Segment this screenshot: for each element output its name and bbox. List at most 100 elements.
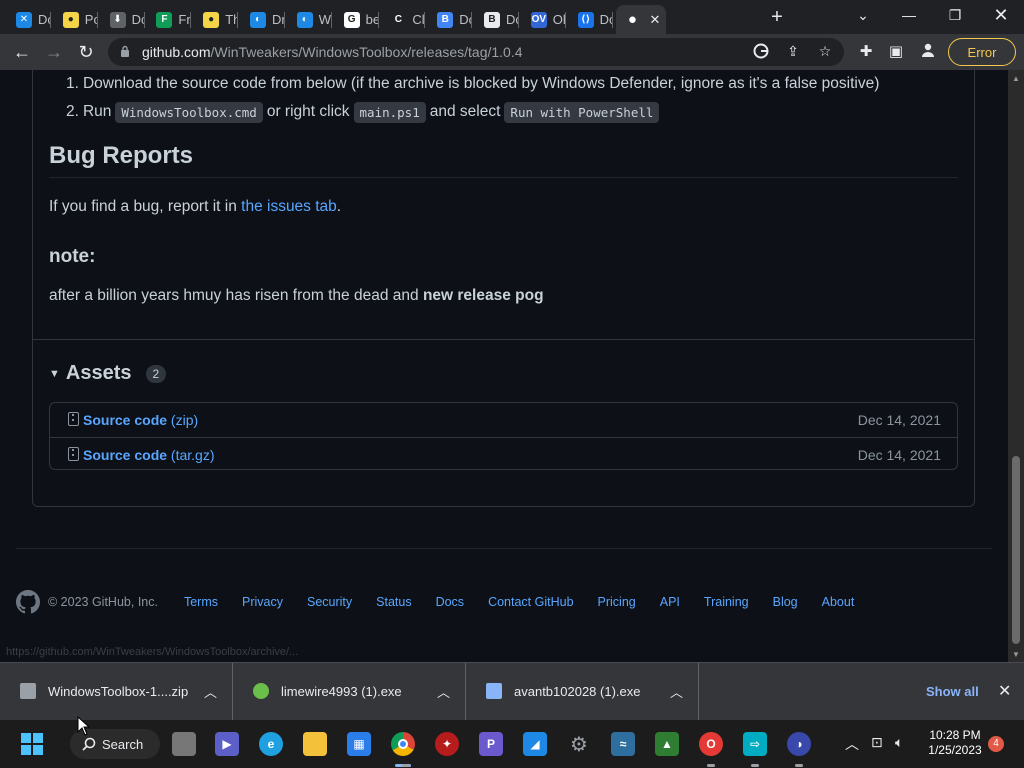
browser-tab[interactable]: ● Th [195, 5, 239, 34]
asset-link-zip[interactable]: Source code (zip) [83, 412, 198, 428]
close-tab-icon[interactable]: ✕ [649, 12, 660, 28]
app-globe-icon[interactable]: ◑ [787, 732, 811, 756]
browser-tab[interactable]: BDc [429, 5, 473, 34]
bookmark-star-icon[interactable]: ☆ [816, 43, 834, 61]
tab-favicon-icon: OV [530, 11, 547, 28]
profile-icon[interactable] [918, 42, 938, 62]
task-view-icon[interactable] [172, 732, 196, 756]
tab-favicon-icon: ◐ [296, 11, 313, 28]
download-options-chevron-icon[interactable]: ︿ [204, 682, 217, 701]
browser-tab[interactable]: ✕Dc [8, 5, 51, 34]
footer-link-contact-github[interactable]: Contact GitHub [488, 595, 573, 609]
footer-link-terms[interactable]: Terms [184, 595, 218, 609]
footer-link-privacy[interactable]: Privacy [242, 595, 283, 609]
opera-icon[interactable]: O [699, 732, 723, 756]
app-blue-icon[interactable]: ◢ [523, 732, 547, 756]
side-panel-icon[interactable]: ▣ [886, 42, 906, 62]
share-icon[interactable]: ⇪ [784, 43, 802, 61]
browser-tab[interactable]: FFre [148, 5, 192, 34]
microsoft-store-icon[interactable]: ▦ [347, 732, 371, 756]
error-button[interactable]: Error [948, 38, 1016, 66]
footer-link-pricing[interactable]: Pricing [598, 595, 636, 609]
restore-button[interactable]: ❐ [932, 0, 978, 30]
app-p-icon[interactable]: P [479, 732, 503, 756]
teams-chat-icon[interactable]: ▶ [215, 732, 239, 756]
github-release-page: 1. Download the source code from below (… [0, 70, 1008, 662]
chrome-icon[interactable] [391, 732, 415, 756]
tab-favicon-icon: C [390, 11, 407, 28]
volume-icon[interactable]: 🔈︎ [895, 734, 903, 751]
browser-tab[interactable]: ◐Wi [289, 5, 332, 34]
start-windows-icon[interactable] [20, 732, 44, 756]
show-all-downloads-button[interactable]: Show all [926, 684, 979, 699]
new-tab-button[interactable]: + [766, 7, 788, 29]
browser-tab[interactable]: OV Ol [523, 5, 566, 34]
footer-link-status[interactable]: Status [376, 595, 411, 609]
heading-divider [49, 177, 958, 178]
close-download-shelf-icon[interactable]: ✕ [998, 681, 1011, 701]
browser-tab[interactable]: ⬇Dc [102, 5, 145, 34]
scroll-up-icon[interactable]: ▲ [1012, 74, 1020, 83]
reload-button[interactable]: ↻ [74, 40, 98, 64]
scroll-down-icon[interactable]: ▼ [1012, 650, 1020, 659]
forward-button[interactable]: → [42, 40, 66, 64]
app-green-icon[interactable]: ▲ [655, 732, 679, 756]
tab-separator [284, 12, 285, 28]
footer-link-docs[interactable]: Docs [436, 595, 464, 609]
footer-link-api[interactable]: API [660, 595, 680, 609]
close-window-button[interactable]: ✕ [978, 0, 1024, 30]
app-red-icon[interactable]: ✦ [435, 732, 459, 756]
address-bar[interactable]: github.com/WinTweakers/WindowsToolbox/re… [108, 38, 844, 66]
tab-favicon-icon: ● [203, 11, 220, 28]
step-number: 2. [66, 103, 79, 120]
step-text: and select [429, 103, 501, 120]
app-chart-icon[interactable]: ≈ [611, 732, 635, 756]
settings-gear-icon[interactable]: ⚙ [567, 732, 591, 756]
download-item[interactable]: limewire4993 (1).exe ︿ [233, 663, 466, 721]
tab-favicon-icon: ⟨⟩ [577, 11, 594, 28]
page-scrollbar[interactable]: ▲ ▼ [1008, 70, 1024, 662]
github-logo-icon[interactable] [16, 590, 40, 614]
assets-toggle[interactable]: ▼ Assets 2 [49, 362, 167, 385]
browser-tab[interactable]: ⟨⟩Dc [570, 5, 613, 34]
tab-separator [96, 12, 98, 28]
tab-favicon-icon: B [437, 11, 454, 28]
issues-tab-link[interactable]: the issues tab [241, 198, 337, 215]
tray-overflow-chevron-icon[interactable]: ︿ [845, 734, 859, 754]
download-options-chevron-icon[interactable]: ︿ [437, 682, 450, 701]
tab-separator [518, 12, 519, 28]
footer-link-training[interactable]: Training [704, 595, 749, 609]
google-lens-icon[interactable] [752, 43, 770, 61]
download-item[interactable]: WindowsToolbox-1....zip ︿ [0, 663, 233, 721]
file-explorer-icon[interactable] [303, 732, 327, 756]
browser-tab[interactable]: ● Po [55, 5, 98, 34]
back-button[interactable]: ← [10, 40, 34, 64]
extensions-puzzle-icon[interactable]: ✚ [856, 42, 876, 62]
footer-link-blog[interactable]: Blog [773, 595, 798, 609]
asset-name: Source code [83, 446, 168, 463]
browser-tab[interactable]: BDc [476, 5, 519, 34]
tab-separator [143, 12, 145, 28]
browser-tab[interactable]: ● ✕ [616, 5, 667, 34]
tab-favicon-icon: ● [627, 11, 637, 28]
browser-tab[interactable]: ◐ Dr [242, 5, 285, 34]
footer-link-about[interactable]: About [822, 595, 855, 609]
tab-separator [611, 12, 613, 28]
edge-icon[interactable]: e [259, 732, 283, 756]
download-item[interactable]: avantb102028 (1).exe ︿ [466, 663, 699, 721]
minimize-button[interactable]: — [886, 0, 932, 30]
download-options-chevron-icon[interactable]: ︿ [670, 682, 683, 701]
network-icon[interactable]: ⊡ [871, 734, 883, 751]
browser-tab[interactable]: Gbe [336, 5, 379, 34]
scrollbar-thumb[interactable] [1012, 456, 1020, 644]
tab-favicon-icon: ● [62, 11, 79, 28]
tab-search-chevron-icon[interactable]: ⌄ [840, 0, 886, 30]
footer-link-security[interactable]: Security [307, 595, 352, 609]
notification-count-badge[interactable]: 4 [988, 736, 1004, 752]
app-cyan-icon[interactable]: ⇨ [743, 732, 767, 756]
browser-tab[interactable]: CCle [382, 5, 426, 34]
url-text: github.com/WinTweakers/WindowsToolbox/re… [142, 44, 523, 60]
download-file-icon [253, 683, 269, 699]
clock[interactable]: 10:28 PM 1/25/2023 [922, 728, 988, 758]
asset-link-targz[interactable]: Source code (tar.gz) [83, 447, 215, 463]
